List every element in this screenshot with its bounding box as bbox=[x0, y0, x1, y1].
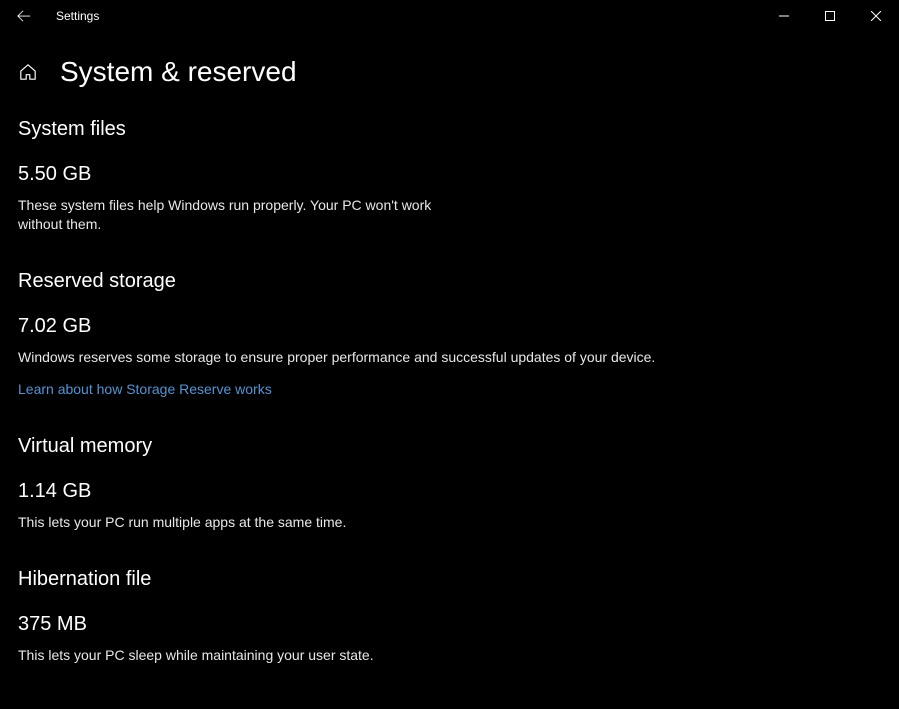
hibernation-file-title: Hibernation file bbox=[18, 568, 881, 591]
home-icon bbox=[19, 63, 37, 81]
page-header: System & reserved bbox=[0, 32, 899, 100]
storage-reserve-link[interactable]: Learn about how Storage Reserve works bbox=[18, 381, 272, 397]
close-button[interactable] bbox=[853, 0, 899, 32]
reserved-storage-title: Reserved storage bbox=[18, 270, 881, 293]
back-arrow-icon bbox=[17, 9, 31, 23]
app-title: Settings bbox=[48, 9, 99, 23]
minimize-icon bbox=[779, 11, 789, 21]
system-files-title: System files bbox=[18, 118, 881, 141]
content-area: System files 5.50 GB These system files … bbox=[0, 100, 899, 664]
reserved-storage-section: Reserved storage 7.02 GB Windows reserve… bbox=[18, 270, 881, 399]
virtual-memory-description: This lets your PC run multiple apps at t… bbox=[18, 513, 658, 532]
page-title: System & reserved bbox=[60, 56, 297, 88]
maximize-button[interactable] bbox=[807, 0, 853, 32]
title-bar: Settings bbox=[0, 0, 899, 32]
virtual-memory-title: Virtual memory bbox=[18, 435, 881, 458]
hibernation-file-value: 375 MB bbox=[18, 613, 881, 636]
virtual-memory-value: 1.14 GB bbox=[18, 480, 881, 503]
hibernation-file-description: This lets your PC sleep while maintainin… bbox=[18, 646, 658, 665]
title-bar-left: Settings bbox=[0, 0, 99, 32]
virtual-memory-section: Virtual memory 1.14 GB This lets your PC… bbox=[18, 435, 881, 532]
system-files-value: 5.50 GB bbox=[18, 163, 881, 186]
maximize-icon bbox=[825, 11, 835, 21]
home-button[interactable] bbox=[18, 62, 38, 82]
hibernation-file-section: Hibernation file 375 MB This lets your P… bbox=[18, 568, 881, 665]
window-controls bbox=[761, 0, 899, 32]
system-files-description: These system files help Windows run prop… bbox=[18, 196, 438, 234]
close-icon bbox=[871, 11, 881, 21]
system-files-section: System files 5.50 GB These system files … bbox=[18, 118, 881, 234]
back-button[interactable] bbox=[0, 0, 48, 32]
reserved-storage-description: Windows reserves some storage to ensure … bbox=[18, 348, 658, 367]
minimize-button[interactable] bbox=[761, 0, 807, 32]
reserved-storage-value: 7.02 GB bbox=[18, 315, 881, 338]
